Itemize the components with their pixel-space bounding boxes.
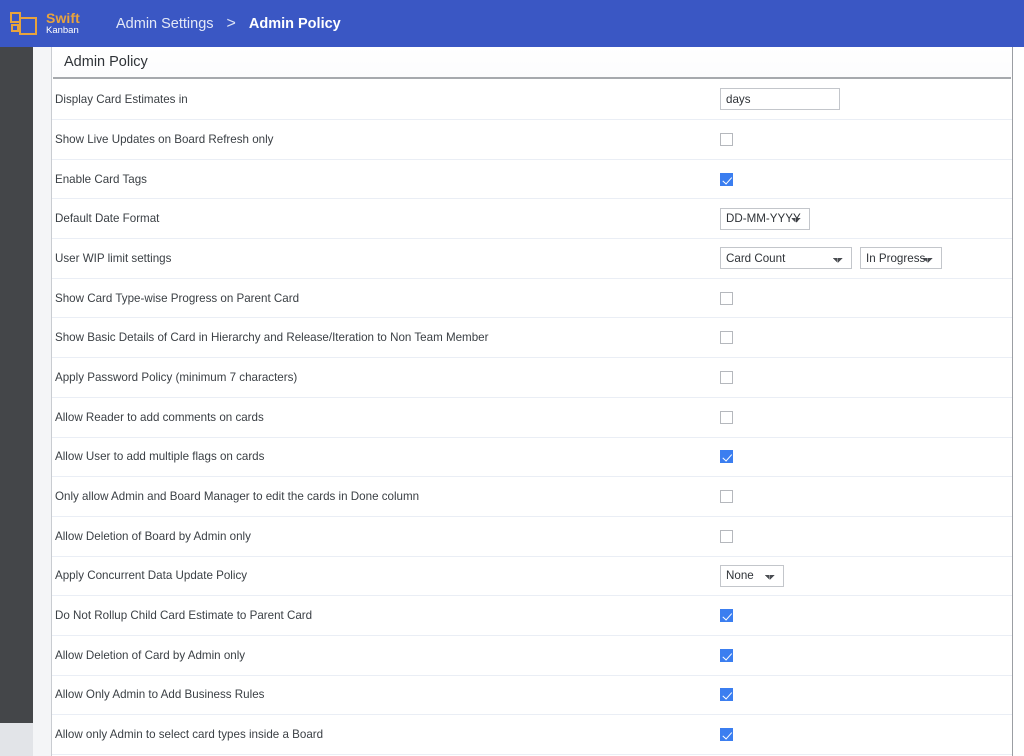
admin-policy-page: Swift Kanban Admin Settings > Admin Poli… <box>0 0 1024 756</box>
settings-row-label: User WIP limit settings <box>55 251 172 265</box>
settings-row: User WIP limit settings Card CountCard Si… <box>52 239 1012 279</box>
logo-wordmark: Swift Kanban <box>46 11 80 36</box>
settings-row: Allow User to add multiple flags on card… <box>52 438 1012 478</box>
settings-row-label: Do Not Rollup Child Card Estimate to Par… <box>55 609 313 623</box>
user-wip-limit-select[interactable]: Card CountCard Size <box>720 247 852 270</box>
settings-row-control: DD-MM-YYYYMM-DD-YYYYYYYY-MM-DD <box>720 207 1012 230</box>
settings-row-control <box>720 88 1012 110</box>
settings-row-control <box>720 370 1012 384</box>
settings-row-control <box>720 132 1012 146</box>
allow-board-deletion-admin-checkbox[interactable] <box>720 529 733 543</box>
allow-admin-business-rules-checkbox[interactable] <box>720 688 733 702</box>
display-card-estimates-input[interactable] <box>720 88 840 110</box>
logo-name-bottom: Kanban <box>46 25 79 37</box>
settings-row-label: Display Card Estimates in <box>55 92 188 106</box>
settings-row: Allow only Admin to select card types in… <box>52 715 1012 755</box>
swift-kanban-logo-icon <box>10 10 40 37</box>
settings-row-control <box>720 648 1012 662</box>
settings-row: Enable Card Tags <box>52 160 1012 200</box>
settings-row-control <box>720 529 1012 543</box>
concurrent-data-update-select[interactable]: NoneWarnBlock <box>720 564 784 587</box>
settings-row-label: Allow only Admin to select card types in… <box>55 728 324 742</box>
settings-row: Allow Deletion of Board by Admin only <box>52 517 1012 557</box>
settings-row-control <box>720 410 1012 424</box>
settings-row-label: Apply Concurrent Data Update Policy <box>55 569 248 583</box>
apply-password-policy-checkbox[interactable] <box>720 370 733 384</box>
default-date-format-select[interactable]: DD-MM-YYYYMM-DD-YYYYYYYY-MM-DD <box>720 207 810 230</box>
settings-row-control <box>720 450 1012 464</box>
panel-header: Admin Policy <box>52 47 1012 77</box>
settings-row-control <box>720 172 1012 186</box>
settings-row: Default Date Format DD-MM-YYYYMM-DD-YYYYY… <box>52 199 1012 240</box>
sidebar-content-gap <box>33 47 51 756</box>
settings-row-control <box>720 490 1012 504</box>
only-admin-edit-done-checkbox[interactable] <box>720 490 733 504</box>
settings-row-label: Show Card Type-wise Progress on Parent C… <box>55 291 300 305</box>
show-basic-details-checkbox[interactable] <box>720 331 733 345</box>
settings-row-label: Allow Deletion of Board by Admin only <box>55 529 251 543</box>
allow-admin-select-card-types-checkbox[interactable] <box>720 728 733 742</box>
breadcrumb-chevron-right-icon: > <box>226 14 236 32</box>
settings-row-label: Allow Reader to add comments on cards <box>55 410 264 424</box>
settings-row-label: Apply Password Policy (minimum 7 charact… <box>55 370 298 384</box>
settings-row: Show Card Type-wise Progress on Parent C… <box>52 279 1012 319</box>
settings-row-label: Show Live Updates on Board Refresh only <box>55 132 274 146</box>
settings-row-label: Show Basic Details of Card in Hierarchy … <box>55 331 489 345</box>
settings-row: Apply Password Policy (minimum 7 charact… <box>52 358 1012 398</box>
settings-row-control: Card CountCard Size In ProgressAll Column… <box>720 247 1012 270</box>
settings-row: Do Not Rollup Child Card Estimate to Par… <box>52 596 1012 636</box>
app-logo[interactable]: Swift Kanban <box>0 0 100 47</box>
settings-row-label: Allow Only Admin to Add Business Rules <box>55 688 265 702</box>
breadcrumb-admin-settings[interactable]: Admin Settings <box>116 16 214 32</box>
no-rollup-child-estimate-checkbox[interactable] <box>720 609 733 623</box>
settings-row-control <box>720 331 1012 345</box>
settings-row-label: Enable Card Tags <box>55 172 147 186</box>
logo-name-top: Swift <box>46 10 80 27</box>
settings-row: Allow Reader to add comments on cards <box>52 398 1012 438</box>
settings-list: Display Card Estimates in Show Live Updat… <box>52 79 1012 755</box>
settings-row: Apply Concurrent Data Update Policy NoneW… <box>52 557 1012 597</box>
settings-row-label: Allow Deletion of Card by Admin only <box>55 648 246 662</box>
show-live-updates-checkbox[interactable] <box>720 132 733 146</box>
settings-row-label: Default Date Format <box>55 212 160 226</box>
settings-row: Allow Deletion of Card by Admin only <box>52 636 1012 676</box>
allow-multiple-flags-checkbox[interactable] <box>720 450 733 464</box>
settings-row-control <box>720 728 1012 742</box>
page-title: Admin Policy <box>64 54 148 70</box>
settings-row-control: NoneWarnBlock <box>720 564 1012 587</box>
settings-row-control <box>720 609 1012 623</box>
settings-row: Allow Only Admin to Add Business Rules <box>52 676 1012 716</box>
admin-policy-panel: Admin Policy Display Card Estimates in Sh… <box>51 47 1013 756</box>
settings-row-control <box>720 688 1012 702</box>
settings-row-control <box>720 291 1012 305</box>
settings-row: Only allow Admin and Board Manager to ed… <box>52 477 1012 517</box>
show-card-type-progress-checkbox[interactable] <box>720 291 733 305</box>
settings-row-label: Only allow Admin and Board Manager to ed… <box>55 490 420 504</box>
settings-row: Show Basic Details of Card in Hierarchy … <box>52 318 1012 359</box>
enable-card-tags-checkbox[interactable] <box>720 172 733 186</box>
settings-row: Show Live Updates on Board Refresh only <box>52 120 1012 160</box>
settings-row-label: Allow User to add multiple flags on card… <box>55 450 265 464</box>
left-sidebar-rail <box>0 47 33 723</box>
breadcrumb: Admin Settings > Admin Policy <box>116 0 341 47</box>
top-navigation-bar: Swift Kanban Admin Settings > Admin Poli… <box>0 0 1024 47</box>
breadcrumb-admin-policy: Admin Policy <box>248 15 341 32</box>
allow-reader-comments-checkbox[interactable] <box>720 410 733 424</box>
settings-row: Display Card Estimates in <box>52 79 1012 120</box>
user-wip-limit-column-select[interactable]: In ProgressAll Columns <box>860 247 942 270</box>
left-sidebar-rail-footer <box>0 723 33 756</box>
allow-card-deletion-admin-checkbox[interactable] <box>720 648 733 662</box>
